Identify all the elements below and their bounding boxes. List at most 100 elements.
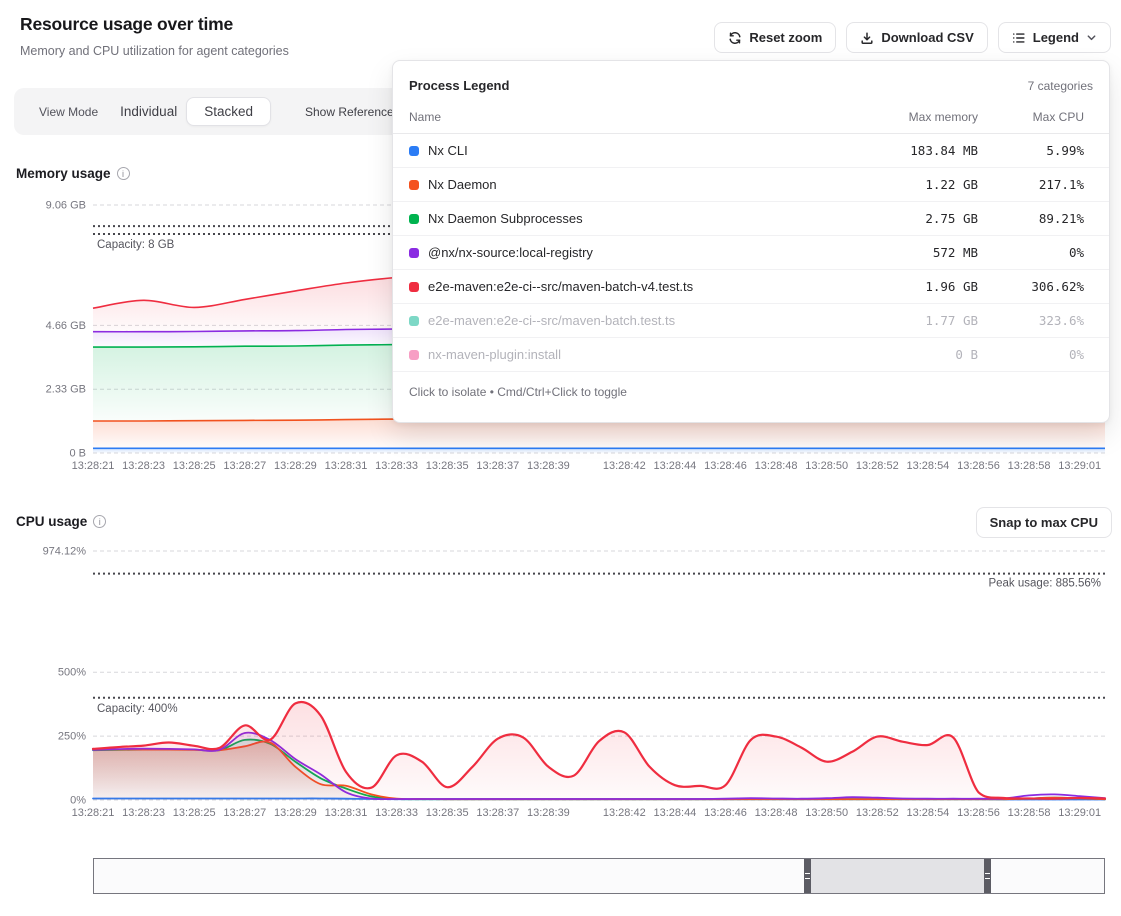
cpu-area-e2e-maven-e2e-ci-src-maven-batch-v4-test-ts [93,702,1105,800]
x-axis-tick-label: 13:28:31 [325,807,368,819]
y-axis-tick-label: 2.33 GB [46,384,86,396]
x-axis-tick-label: 13:28:50 [805,807,848,819]
brush-handle-grip-icon [805,873,810,879]
download-csv-label: Download CSV [881,30,973,45]
x-axis-tick-label: 13:28:58 [1008,460,1051,472]
legend-row-name: @nx/nx-source:local-registry [428,245,828,260]
x-axis-tick-label: 13:28:23 [122,460,165,472]
x-axis-tick-label: 13:28:44 [653,460,696,472]
series-color-dot [409,282,419,292]
x-axis-tick-label: 13:29:01 [1058,807,1101,819]
legend-row-name: e2e-maven:e2e-ci--src/maven-batch.test.t… [428,313,828,328]
list-icon [1012,31,1026,45]
x-axis-tick-label: 13:28:54 [906,460,949,472]
legend-row[interactable]: Nx CLI183.84 MB5.99% [393,134,1109,168]
cpu-section-title: CPU usage i [16,514,106,529]
x-axis-tick-label: 13:28:29 [274,807,317,819]
legend-rows: Nx CLI183.84 MB5.99%Nx Daemon1.22 GB217.… [393,134,1109,372]
legend-label: Legend [1033,30,1079,45]
legend-row-name: nx-maven-plugin:install [428,347,828,362]
x-axis-tick-label: 13:28:27 [223,460,266,472]
process-legend-popup: Process Legend 7 categories Name Max mem… [392,60,1110,423]
legend-row-max-cpu: 217.1% [978,177,1093,192]
y-axis-tick-label: 0% [70,795,86,807]
series-color-dot [409,214,419,224]
snap-to-max-cpu-label: Snap to max CPU [990,515,1098,530]
legend-row-max-cpu: 0% [978,245,1093,260]
page-subtitle: Memory and CPU utilization for agent cat… [20,44,289,58]
legend-row[interactable]: e2e-maven:e2e-ci--src/maven-batch-v4.tes… [393,270,1109,304]
header-actions: Reset zoom Download CSV Legend [714,22,1111,53]
legend-row-max-cpu: 5.99% [978,143,1093,158]
legend-row-max-memory: 1.22 GB [828,177,978,192]
zoom-brush-track[interactable] [93,858,1105,894]
snap-to-max-cpu-button[interactable]: Snap to max CPU [976,507,1112,538]
legend-row[interactable]: e2e-maven:e2e-ci--src/maven-batch.test.t… [393,304,1109,338]
view-mode-stacked[interactable]: Stacked [186,97,271,126]
series-color-dot [409,146,419,156]
reset-zoom-button[interactable]: Reset zoom [714,22,836,53]
legend-row[interactable]: @nx/nx-source:local-registry572 MB0% [393,236,1109,270]
legend-popup-footer: Click to isolate • Cmd/Ctrl+Click to tog… [393,372,1109,412]
brush-handle-left[interactable] [804,859,811,893]
reference-line-label: Capacity: 8 GB [97,239,175,251]
x-axis-tick-label: 13:28:56 [957,807,1000,819]
legend-popup-header: Process Legend 7 categories [393,61,1109,105]
view-mode-label: View Mode [39,105,98,119]
column-header-name: Name [409,110,828,124]
legend-category-count: 7 categories [1028,79,1093,93]
x-axis-tick-label: 13:29:01 [1058,460,1101,472]
page-title: Resource usage over time [20,14,233,35]
legend-row[interactable]: Nx Daemon1.22 GB217.1% [393,168,1109,202]
brush-handle-grip-icon [985,873,990,879]
reference-line-label: Peak usage: 885.56% [988,578,1101,590]
legend-row[interactable]: Nx Daemon Subprocesses2.75 GB89.21% [393,202,1109,236]
x-axis-tick-label: 13:28:39 [527,460,570,472]
y-axis-tick-label: 4.66 GB [46,320,86,332]
cpu-usage-chart[interactable]: 974.12%500%250%0%Peak usage: 885.56%Capa… [0,543,1121,828]
series-color-dot [409,248,419,258]
x-axis-tick-label: 13:28:52 [856,807,899,819]
x-axis-tick-label: 13:28:33 [375,807,418,819]
brush-handle-right[interactable] [984,859,991,893]
x-axis-tick-label: 13:28:39 [527,807,570,819]
y-axis-tick-label: 9.06 GB [46,200,86,212]
cpu-info-icon[interactable]: i [93,515,106,528]
legend-row-name: Nx Daemon Subprocesses [428,211,828,226]
legend-row-max-cpu: 323.6% [978,313,1093,328]
memory-info-icon[interactable]: i [117,167,130,180]
legend-toggle-button[interactable]: Legend [998,22,1111,53]
x-axis-tick-label: 13:28:48 [755,460,798,472]
reference-line-label: Capacity: 400% [97,703,178,715]
cpu-section-title-text: CPU usage [16,514,87,529]
download-csv-button[interactable]: Download CSV [846,22,987,53]
legend-row-max-memory: 572 MB [828,245,978,260]
x-axis-tick-label: 13:28:42 [603,460,646,472]
reset-zoom-label: Reset zoom [749,30,822,45]
column-header-max-memory: Max memory [828,110,978,124]
legend-row-max-memory: 1.77 GB [828,313,978,328]
x-axis-tick-label: 13:28:52 [856,460,899,472]
x-axis-tick-label: 13:28:21 [72,460,115,472]
view-mode-individual[interactable]: Individual [120,104,177,119]
legend-row-max-cpu: 306.62% [978,279,1093,294]
legend-row-max-cpu: 0% [978,347,1093,362]
series-color-dot [409,180,419,190]
x-axis-tick-label: 13:28:27 [223,807,266,819]
x-axis-tick-label: 13:28:21 [72,807,115,819]
x-axis-tick-label: 13:28:35 [426,807,469,819]
x-axis-tick-label: 13:28:50 [805,460,848,472]
x-axis-tick-label: 13:28:46 [704,460,747,472]
legend-row-max-memory: 1.96 GB [828,279,978,294]
x-axis-tick-label: 13:28:23 [122,807,165,819]
legend-row-max-cpu: 89.21% [978,211,1093,226]
legend-row-name: Nx Daemon [428,177,828,192]
x-axis-tick-label: 13:28:42 [603,807,646,819]
column-header-max-cpu: Max CPU [978,110,1093,124]
y-axis-tick-label: 0 B [69,448,86,460]
legend-row[interactable]: nx-maven-plugin:install0 B0% [393,338,1109,372]
x-axis-tick-label: 13:28:25 [173,807,216,819]
zoom-brush-selection[interactable] [804,859,991,893]
legend-row-max-memory: 183.84 MB [828,143,978,158]
refresh-icon [728,31,742,45]
